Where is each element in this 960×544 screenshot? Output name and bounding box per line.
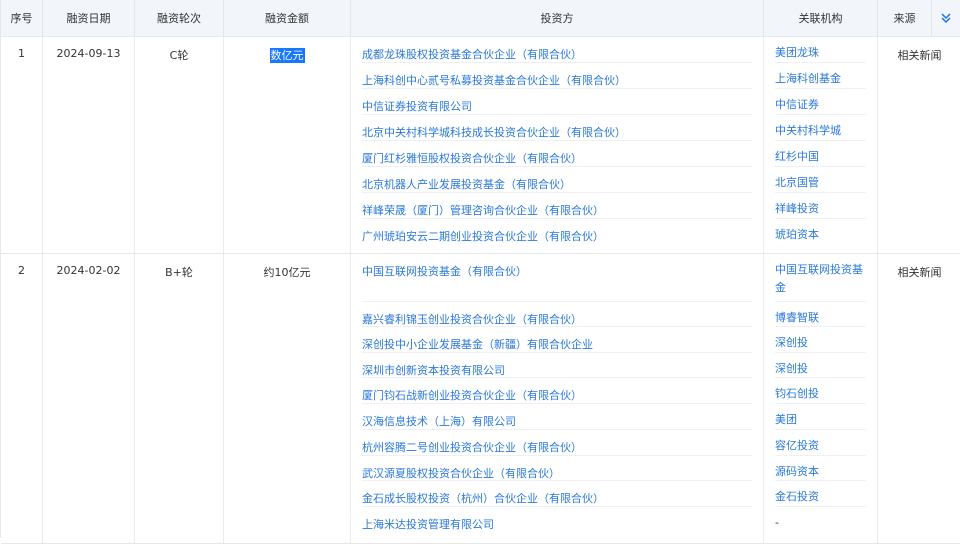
related-org-link[interactable]: 深创投 <box>775 327 866 353</box>
related-org-link[interactable]: 美团 <box>775 404 866 430</box>
related-org-link[interactable]: 金石投资 <box>775 481 866 507</box>
investor-link[interactable]: 深创投中小企业发展基金（新疆）有限合伙企业 <box>362 327 752 353</box>
related-org-link[interactable]: 中国互联网投资基金 <box>775 254 866 302</box>
header-related: 关联机构 <box>764 0 878 37</box>
table-row: 1 2024-09-13 C轮 数亿元 成都龙珠股权投资基金合伙企业（有限合伙）… <box>1 37 960 254</box>
header-index: 序号 <box>1 0 43 37</box>
investor-link[interactable]: 汉海信息技术（上海）有限公司 <box>362 404 752 430</box>
related-news-link[interactable]: 相关新闻 <box>878 47 960 63</box>
financing-table: 序号 融资日期 融资轮次 融资金额 投资方 关联机构 来源 1 2024-09-… <box>0 0 960 544</box>
related-org-link[interactable]: 祥峰投资 <box>775 193 866 219</box>
related-org-link: - <box>775 516 779 529</box>
investor-link[interactable]: 嘉兴睿利锦玉创业投资合伙企业（有限合伙） <box>362 302 752 327</box>
related-org-link[interactable]: 深创投 <box>775 353 866 378</box>
related-list: 中国互联网投资基金博睿智联 深创投 深创投 钧石创投 美团 容亿投资 源码资本 金石投资 - <box>764 254 877 533</box>
investor-link[interactable]: 深圳市创新资本投资有限公司 <box>362 353 752 378</box>
investor-link[interactable]: 厦门钧石战新创业投资合伙企业（有限合伙） <box>362 378 752 404</box>
related-org-link[interactable]: 源码资本 <box>775 456 866 481</box>
header-source: 来源 <box>878 0 932 37</box>
investor-link[interactable]: 中国互联网投资基金（有限合伙） <box>362 254 752 302</box>
table-row: 2 2024-02-02 B+轮 约10亿元 中国互联网投资基金（有限合伙） 嘉兴… <box>1 254 960 544</box>
row-date: 2024-09-13 <box>56 47 121 60</box>
related-list: 美团龙珠 上海科创基金 中信证券 中关村科学城 红杉中国 北京国管 祥峰投资 琥珀资本 <box>764 37 877 245</box>
investor-link[interactable]: 金石成长股权投资（杭州）合伙企业（有限合伙） <box>362 481 752 507</box>
investor-link[interactable]: 广州琥珀安云二期创业投资合伙企业（有限合伙） <box>362 219 752 245</box>
row-amount: 约10亿元 <box>263 266 311 279</box>
header-round: 融资轮次 <box>135 0 224 37</box>
related-org-link[interactable]: 红杉中国 <box>775 141 866 167</box>
header-amount: 融资金额 <box>224 0 351 37</box>
related-org-link[interactable]: 美团龙珠 <box>775 37 866 63</box>
related-org-link[interactable]: 钧石创投 <box>775 378 866 404</box>
related-org-link[interactable]: 博睿智联 <box>775 302 866 327</box>
related-org-link[interactable]: 上海科创基金 <box>775 63 866 89</box>
row-amount-selected: 数亿元 <box>269 48 305 63</box>
investor-link[interactable]: 中信证券投资有限公司 <box>362 89 752 115</box>
row-round: C轮 <box>169 49 189 62</box>
investor-link[interactable]: 武汉源夏股权投资合伙企业（有限合伙） <box>362 456 752 481</box>
investor-link[interactable]: 杭州容腾二号创业投资合伙企业（有限合伙） <box>362 430 752 456</box>
row-index: 2 <box>18 264 25 277</box>
investor-link[interactable]: 成都龙珠股权投资基金合伙企业（有限合伙） <box>362 37 752 63</box>
row-index: 1 <box>18 47 25 60</box>
header-date: 融资日期 <box>43 0 135 37</box>
investor-link[interactable]: 北京机器人产业发展投资基金（有限合伙） <box>362 167 752 193</box>
investor-link[interactable]: 上海米达投资管理有限公司 <box>362 507 752 533</box>
related-org-link[interactable]: 北京国管 <box>775 167 866 193</box>
investor-list: 成都龙珠股权投资基金合伙企业（有限合伙） 上海科创中心贰号私募投资基金合伙企业（有… <box>351 37 763 245</box>
double-chevron-down-icon[interactable] <box>939 12 953 26</box>
investor-link[interactable]: 上海科创中心贰号私募投资基金合伙企业（有限合伙） <box>362 63 752 89</box>
table-header: 序号 融资日期 融资轮次 融资金额 投资方 关联机构 来源 <box>1 0 960 37</box>
related-org-link[interactable]: 中关村科学城 <box>775 115 866 141</box>
investor-link[interactable]: 厦门红杉雅恒股权投资合伙企业（有限合伙） <box>362 141 752 167</box>
related-news-link[interactable]: 相关新闻 <box>878 264 960 280</box>
related-org-link[interactable]: 中信证券 <box>775 89 866 115</box>
row-round: B+轮 <box>165 266 193 279</box>
investor-link[interactable]: 祥峰荣晟（厦门）管理咨询合伙企业（有限合伙） <box>362 193 752 219</box>
investor-list: 中国互联网投资基金（有限合伙） 嘉兴睿利锦玉创业投资合伙企业（有限合伙） 深创投中小… <box>351 254 763 533</box>
row-date: 2024-02-02 <box>56 264 121 277</box>
investor-link[interactable]: 北京中关村科学城科技成长投资合伙企业（有限合伙） <box>362 115 752 141</box>
related-org-link[interactable]: 琥珀资本 <box>775 219 866 245</box>
header-collapse <box>932 0 960 37</box>
related-org-link[interactable]: 容亿投资 <box>775 430 866 456</box>
header-investors: 投资方 <box>351 0 764 37</box>
